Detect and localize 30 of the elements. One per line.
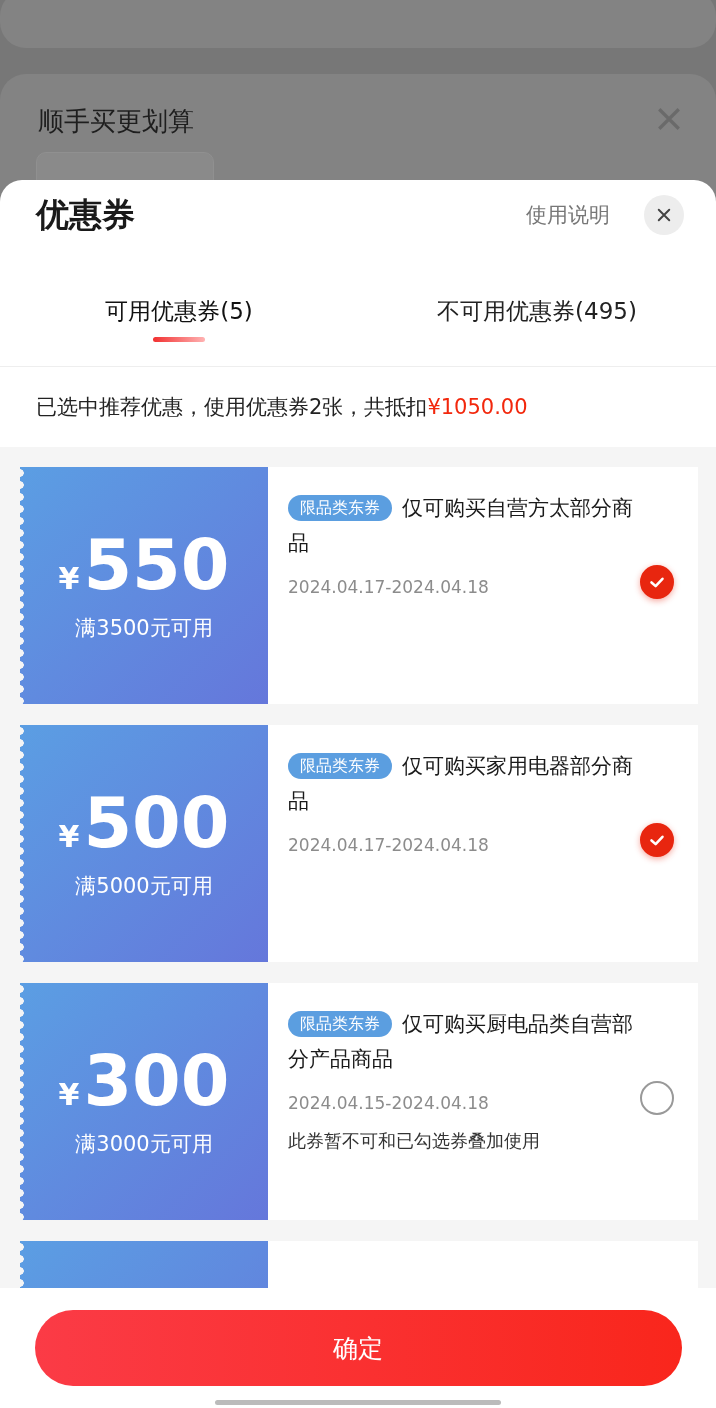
coupon-condition: 满3000元可用	[75, 1130, 213, 1158]
coupon-card[interactable]: 限品类东券 仅可购买厨电品类自营部分产品商品 2024.04.15-2024.04.18 此券暂不可和已勾选券叠加使用	[268, 983, 698, 1220]
coupon-title: 限品类东券 仅可购买家用电器部分商品	[288, 752, 634, 815]
coupon-title: 限品类东券 仅可购买厨电品类自营部分产品商品	[288, 1010, 634, 1073]
checked-radio[interactable]	[640, 565, 674, 599]
coupon-condition: 满5000元可用	[75, 872, 213, 900]
close-icon	[656, 106, 682, 132]
coupon-value: ¥500	[58, 787, 230, 858]
help-link[interactable]: 使用说明	[526, 201, 610, 229]
coupon-title: 限品类东券 仅可购买自营方太部分商品	[288, 494, 634, 557]
coupon-condition: 满3500元可用	[75, 614, 213, 642]
coupon-value: ¥300	[58, 1045, 230, 1116]
close-button[interactable]	[644, 195, 684, 235]
confirm-button[interactable]: 确定	[34, 1310, 682, 1386]
close-icon	[655, 206, 673, 224]
radio-button[interactable]	[640, 1081, 674, 1115]
summary-text: 已选中推荐优惠，使用优惠券2张，共抵扣¥1050.00	[35, 394, 529, 421]
tab[interactable]: 不可用优惠券(495)	[437, 296, 637, 327]
tab-indicator	[153, 337, 205, 342]
coupon-dates: 2024.04.15-2024.04.18	[288, 1093, 490, 1113]
tab[interactable]: 可用优惠券(5)	[105, 296, 253, 327]
coupon-card[interactable]: 限品类东券 仅可购买自营方太部分商品 2024.04.17-2024.04.18	[268, 467, 698, 704]
checked-radio[interactable]	[640, 823, 674, 857]
coupon-note: 此券暂不可和已勾选券叠加使用	[288, 1129, 541, 1153]
sheet-title: 优惠券	[36, 193, 136, 236]
section-title: 顺手买更划算	[38, 105, 194, 138]
coupon-dates: 2024.04.17-2024.04.18	[288, 835, 490, 855]
coupon-card[interactable]: 限品类东券 仅可购买家用电器部分商品 2024.04.17-2024.04.18	[268, 725, 698, 962]
coupon-value: ¥550	[58, 529, 230, 600]
coupon-dates: 2024.04.17-2024.04.18	[288, 577, 490, 597]
